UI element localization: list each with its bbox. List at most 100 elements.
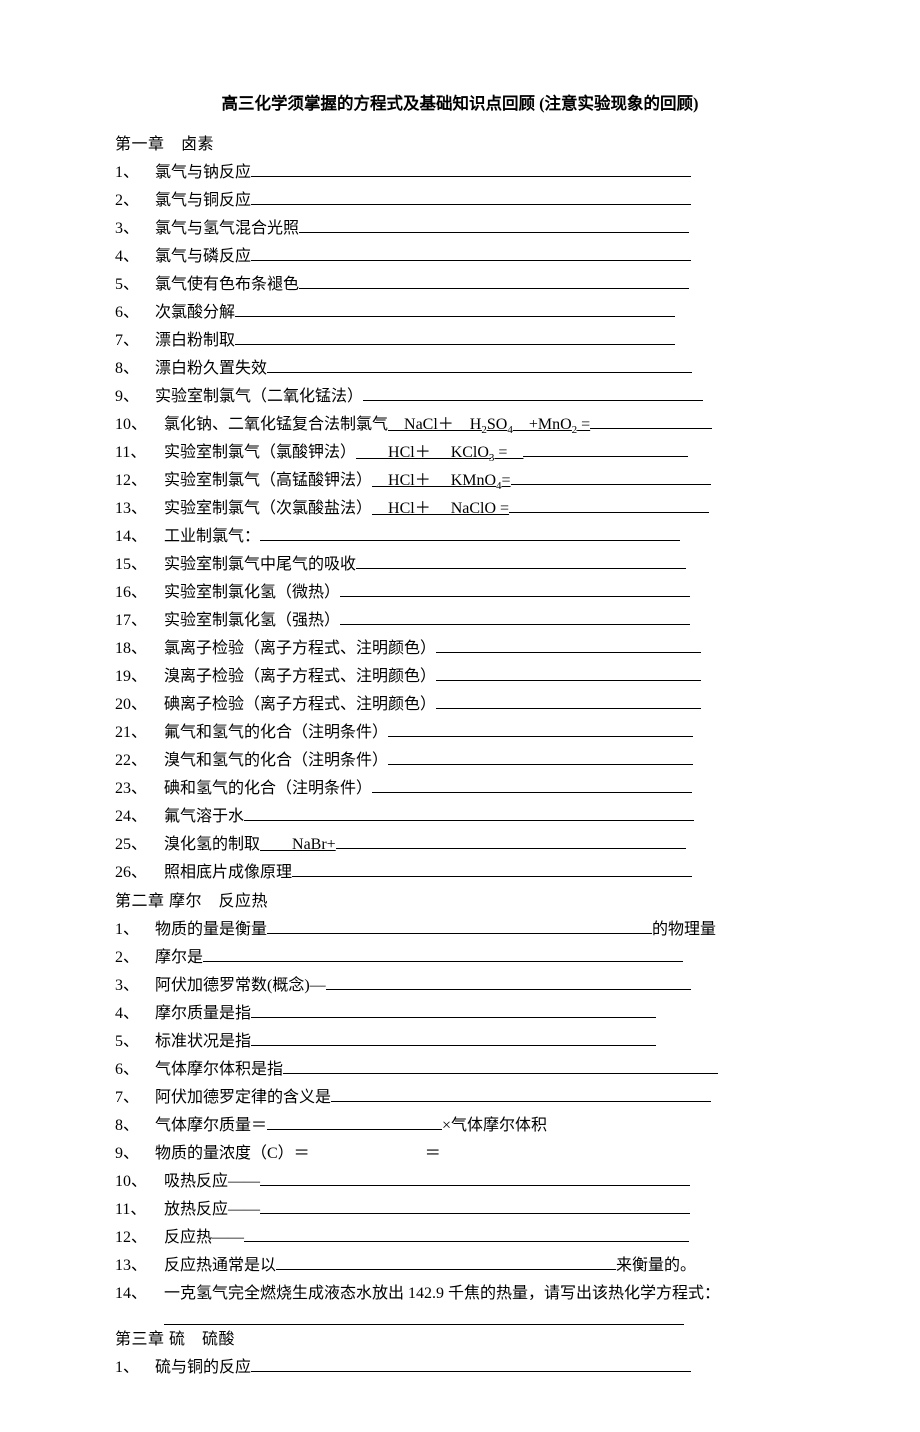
- item-label: 氯气使有色布条褪色: [155, 271, 299, 299]
- item-number: 2、: [115, 944, 155, 972]
- ch1-item: 17、实验室制氯化氢（强热）: [115, 607, 805, 635]
- item-label: 氯气与磷反应: [155, 243, 251, 271]
- item-label: 次氯酸分解: [155, 299, 235, 327]
- blank-line: [511, 468, 711, 485]
- ch2-item-continuation: [115, 1308, 805, 1325]
- item-number: 21、: [115, 719, 164, 747]
- item-number: 5、: [115, 1028, 155, 1056]
- item-label: 放热反应——: [164, 1196, 260, 1224]
- item-label: 硫与铜的反应: [155, 1354, 251, 1382]
- item-number: 10、: [115, 411, 164, 439]
- item-number: 14、: [115, 523, 164, 551]
- blank-line: [267, 1113, 442, 1130]
- item-label: 阿伏加德罗定律的含义是: [155, 1084, 331, 1112]
- blank-line: [299, 272, 689, 289]
- ch1-item: 12、实验室制氯气（高锰酸钾法） HCl＋ KMnO4=: [115, 467, 805, 495]
- item-number: 16、: [115, 579, 164, 607]
- blank-line: [523, 440, 688, 457]
- item-number: 3、: [115, 972, 155, 1000]
- blank-line: [267, 356, 692, 373]
- blank-line: [292, 860, 692, 877]
- item-label: 气体摩尔质量＝: [155, 1112, 267, 1140]
- item-number: 6、: [115, 1056, 155, 1084]
- ch3-item: 1、硫与铜的反应: [115, 1354, 805, 1382]
- blank-line: [388, 720, 693, 737]
- item-label: 物质的量是衡量: [155, 916, 267, 944]
- blank-line: [436, 664, 701, 681]
- item-number: 1、: [115, 916, 155, 944]
- blank-line: [235, 300, 675, 317]
- ch2-item: 2、摩尔是: [115, 944, 805, 972]
- blank-line: [235, 328, 675, 345]
- item-label: 实验室制氯气中尾气的吸收: [164, 551, 356, 579]
- chapter-1-heading: 第一章 卤素: [115, 131, 805, 159]
- ch1-item: 22、溴气和氢气的化合（注明条件）: [115, 747, 805, 775]
- blank-line: [372, 776, 692, 793]
- blank-line: [436, 636, 701, 653]
- item-suffix: 来衡量的。: [616, 1252, 696, 1280]
- item-label: 实验室制氯气（次氯酸盐法）: [164, 495, 372, 523]
- blank-line: [267, 917, 652, 934]
- blank-line: [436, 692, 701, 709]
- ch1-item: 3、氯气与氢气混合光照: [115, 215, 805, 243]
- item-number: 15、: [115, 551, 164, 579]
- item-number: 4、: [115, 1000, 155, 1028]
- ch1-item: 6、次氯酸分解: [115, 299, 805, 327]
- item-number: 6、: [115, 299, 155, 327]
- blank-line: [336, 832, 686, 849]
- item-number: 1、: [115, 159, 155, 187]
- ch2-item: 12、反应热——: [115, 1224, 805, 1252]
- item-suffix: 的物理量: [652, 916, 716, 944]
- blank-line: [244, 1225, 689, 1242]
- item-label: 碘和氢气的化合（注明条件）: [164, 775, 372, 803]
- item-formula: NaBr+: [260, 831, 336, 859]
- blank-line: [331, 1085, 711, 1102]
- ch1-item: 23、碘和氢气的化合（注明条件）: [115, 775, 805, 803]
- item-number: 23、: [115, 775, 164, 803]
- blank-line: [164, 1308, 684, 1325]
- ch2-item: 5、标准状况是指: [115, 1028, 805, 1056]
- item-number: 25、: [115, 831, 164, 859]
- ch1-item: 5、氯气使有色布条褪色: [115, 271, 805, 299]
- item-label: 摩尔是: [155, 944, 203, 972]
- blank-line: [283, 1057, 718, 1074]
- item-number: 7、: [115, 1084, 155, 1112]
- item-label: 氯气与铜反应: [155, 187, 251, 215]
- ch2-item: 14、一克氢气完全燃烧生成液态水放出 142.9 千焦的热量，请写出该热化学方程…: [115, 1280, 805, 1308]
- ch2-item: 3、阿伏加德罗常数(概念)—: [115, 972, 805, 1000]
- item-number: 1、: [115, 1354, 155, 1382]
- item-label: 实验室制氯化氢（强热）: [164, 607, 340, 635]
- item-label: 实验室制氯化氢（微热）: [164, 579, 340, 607]
- item-label: 照相底片成像原理: [164, 859, 292, 887]
- blank-line: [251, 160, 691, 177]
- item-label: 氟气溶于水: [164, 803, 244, 831]
- ch1-item: 26、照相底片成像原理: [115, 859, 805, 887]
- item-label: 实验室制氯气（高锰酸钾法）: [164, 467, 372, 495]
- ch1-item: 20、碘离子检验（离子方程式、注明颜色）: [115, 691, 805, 719]
- item-label: 溴化氢的制取: [164, 831, 260, 859]
- ch1-item: 9、实验室制氯气（二氧化锰法）: [115, 383, 805, 411]
- page-title: 高三化学须掌握的方程式及基础知识点回顾 (注意实验现象的回顾): [115, 90, 805, 119]
- item-label: 实验室制氯气（氯酸钾法）: [164, 439, 356, 467]
- blank-line: [244, 804, 694, 821]
- ch2-item: 11、放热反应——: [115, 1196, 805, 1224]
- item-formula: NaCl＋ H2SO4 +MnO2 =: [388, 411, 590, 439]
- item-number: 12、: [115, 467, 164, 495]
- item-number: 18、: [115, 635, 164, 663]
- blank-line: [251, 244, 691, 261]
- ch2-item: 6、气体摩尔体积是指: [115, 1056, 805, 1084]
- item-number: 4、: [115, 243, 155, 271]
- blank-line: [251, 1029, 656, 1046]
- item-number: 20、: [115, 691, 164, 719]
- blank-line: [251, 1355, 691, 1372]
- item-label: 漂白粉久置失效: [155, 355, 267, 383]
- ch2-item: 4、摩尔质量是指: [115, 1000, 805, 1028]
- item-label: 氯气与氢气混合光照: [155, 215, 299, 243]
- item-label: 一克氢气完全燃烧生成液态水放出 142.9 千焦的热量，请写出该热化学方程式：: [164, 1280, 720, 1308]
- item-number: 14、: [115, 1280, 164, 1308]
- item-label: 溴离子检验（离子方程式、注明颜色）: [164, 663, 436, 691]
- blank-line: [203, 945, 683, 962]
- item-label: 实验室制氯气（二氧化锰法）: [155, 383, 363, 411]
- blank-line: [251, 188, 691, 205]
- item-label: 物质的量浓度（C）＝: [155, 1140, 310, 1168]
